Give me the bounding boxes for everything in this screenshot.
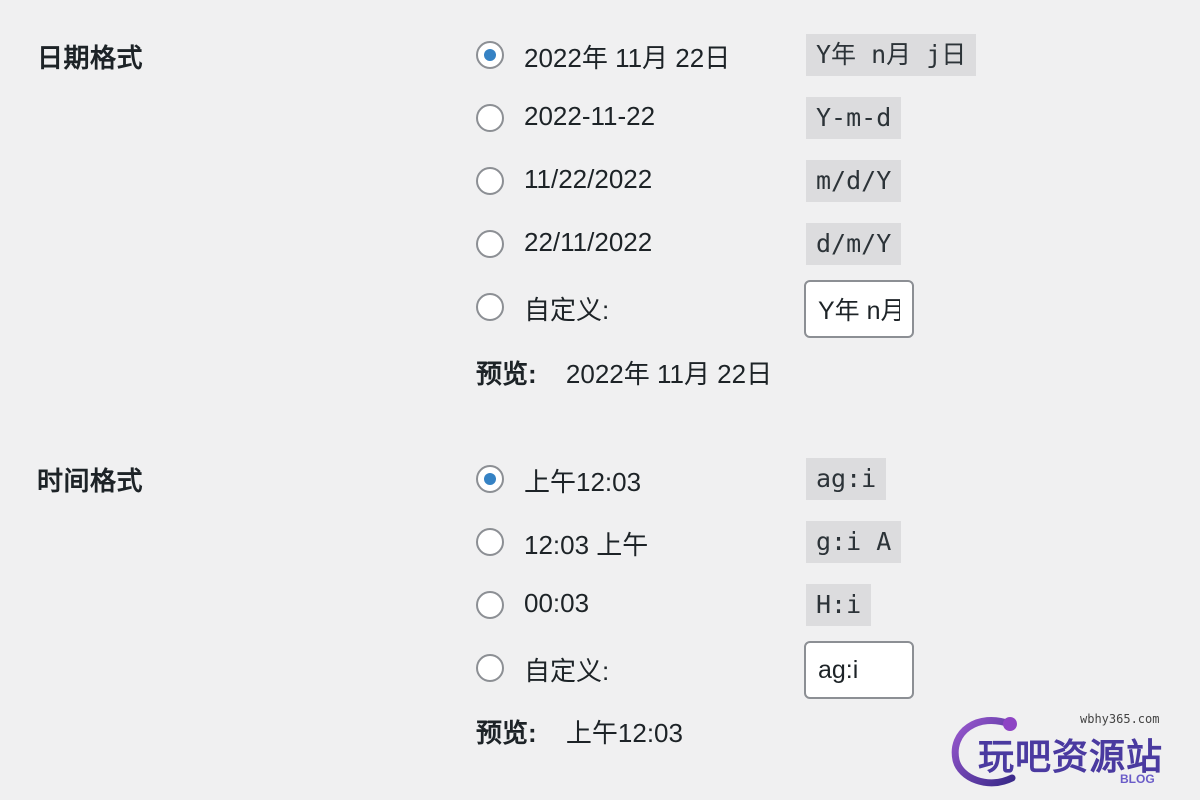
time-option-1-radio[interactable]	[476, 465, 504, 493]
time-custom-row[interactable]: 自定义:	[476, 641, 1036, 699]
date-custom-label[interactable]: 自定义:	[524, 290, 609, 327]
date-option-2-radio[interactable]	[476, 104, 504, 132]
time-option-3-code: H:i	[806, 584, 872, 626]
date-option-1-radio[interactable]	[476, 41, 504, 69]
watermark-url: wbhy365.com	[1080, 712, 1160, 726]
time-option-3-radio[interactable]	[476, 591, 504, 619]
watermark-logo: wbhy365.com 玩吧资源站 BLOG	[948, 708, 1188, 794]
time-option-row[interactable]: 上午12:03 ag:i	[476, 458, 1036, 501]
date-preview: 预览: 2022年 11月 22日	[476, 354, 772, 391]
time-custom-input[interactable]	[804, 641, 914, 699]
time-preview-value: 上午12:03	[565, 718, 683, 748]
time-option-2-label[interactable]: 12:03 上午	[524, 525, 648, 562]
time-option-3-label[interactable]: 00:03	[524, 588, 589, 619]
date-option-3-radio[interactable]	[476, 167, 504, 195]
date-format-label: 日期格式	[37, 43, 144, 73]
time-preview-label: 预览:	[476, 718, 537, 748]
time-option-1-code: ag:i	[806, 458, 887, 500]
date-preview-value: 2022年 11月 22日	[565, 359, 773, 389]
date-option-1-code: Y年 n月 j日	[806, 34, 977, 76]
date-option-4-code: d/m/Y	[806, 223, 902, 265]
watermark-sub: BLOG	[1120, 772, 1155, 786]
time-preview: 预览: 上午12:03	[476, 713, 683, 750]
time-option-1-label[interactable]: 上午12:03	[524, 462, 641, 499]
time-format-label: 时间格式	[37, 466, 144, 496]
date-option-3-label[interactable]: 11/22/2022	[524, 164, 652, 195]
date-option-row[interactable]: 22/11/2022 d/m/Y	[476, 223, 1036, 266]
date-option-4-radio[interactable]	[476, 230, 504, 258]
time-custom-radio[interactable]	[476, 654, 504, 682]
date-preview-label: 预览:	[476, 359, 537, 389]
date-option-row[interactable]: 2022-11-22 Y-m-d	[476, 97, 1036, 140]
date-custom-input[interactable]	[804, 280, 914, 338]
time-option-row[interactable]: 00:03 H:i	[476, 584, 1036, 627]
date-custom-row[interactable]: 自定义:	[476, 280, 1036, 338]
date-option-4-label[interactable]: 22/11/2022	[524, 227, 652, 258]
date-option-row[interactable]: 2022年 11月 22日 Y年 n月 j日	[476, 34, 1036, 77]
time-option-2-code: g:i A	[806, 521, 902, 563]
date-option-row[interactable]: 11/22/2022 m/d/Y	[476, 160, 1036, 203]
date-option-3-code: m/d/Y	[806, 160, 902, 202]
time-option-2-radio[interactable]	[476, 528, 504, 556]
time-custom-label[interactable]: 自定义:	[524, 651, 609, 688]
date-option-2-code: Y-m-d	[806, 97, 902, 139]
date-custom-radio[interactable]	[476, 293, 504, 321]
date-option-2-label[interactable]: 2022-11-22	[524, 101, 655, 132]
date-option-1-label[interactable]: 2022年 11月 22日	[524, 38, 730, 75]
time-option-row[interactable]: 12:03 上午 g:i A	[476, 521, 1036, 564]
